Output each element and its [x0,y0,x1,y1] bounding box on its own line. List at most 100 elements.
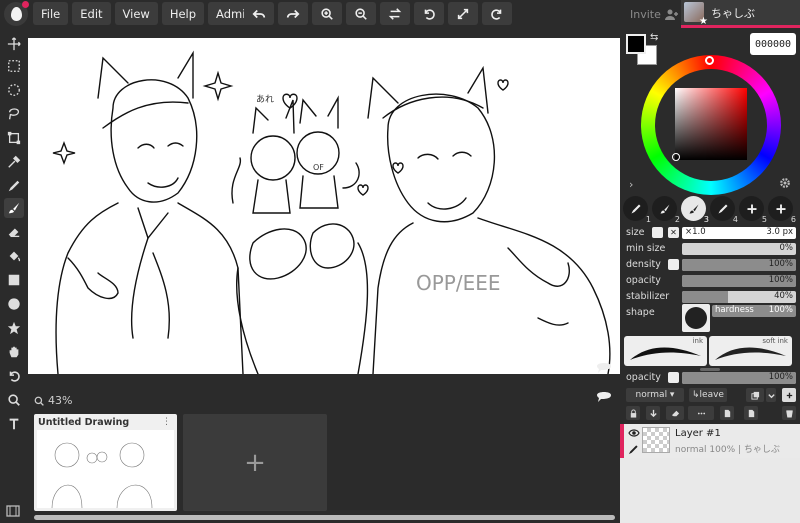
top-bar: File Edit View Help Admin Invite ★ ちゃしぶ [0,0,800,28]
text-tool[interactable] [4,414,24,434]
move-tool[interactable] [4,34,24,54]
saturation-value-box[interactable] [675,88,747,160]
blend-mode-select[interactable]: normal ▾ [626,388,684,402]
transform-tool[interactable] [4,128,24,148]
preset-soft-ink[interactable]: soft ink [709,336,792,366]
film-icon[interactable] [6,505,20,517]
zoom-out-button[interactable] [346,2,376,25]
menu-help[interactable]: Help [161,2,205,25]
dropdown-button[interactable] [766,388,776,402]
redo-button[interactable] [278,2,308,25]
opacity-slider[interactable]: 100% [682,275,796,287]
stabilizer-slider[interactable]: 40% [682,291,796,303]
duplicate-layer-button[interactable] [746,388,764,402]
brush-slot-3[interactable]: 3 [681,196,709,224]
zoom-tool[interactable] [4,390,24,410]
file-icon [748,409,754,417]
invite-button[interactable]: Invite [630,8,679,21]
horizontal-scrollbar[interactable] [34,515,615,520]
tool-column [0,28,28,523]
swap-colors-icon[interactable]: ⇆ [650,32,658,43]
user-badge[interactable]: ★ ちゃしぶ [681,0,800,28]
fill-tool[interactable] [4,246,24,266]
lasso-tool[interactable] [4,104,24,124]
brush-slot-1[interactable]: 1 [623,196,651,224]
pencil-icon [8,180,20,192]
brush-slot-number: 6 [790,215,796,224]
rotate-right-button[interactable] [482,2,512,25]
app-logo[interactable] [4,1,29,26]
layer-opacity-slider[interactable]: 100% [682,372,796,384]
size-pressure-toggle[interactable] [652,227,663,238]
sv-marker[interactable] [672,153,680,161]
chat-icon[interactable] [596,389,612,403]
zoom-out-icon [355,7,367,20]
ellipse-select-tool[interactable] [4,80,24,100]
size-lock-toggle[interactable]: ✕ [668,227,679,238]
rotate-tool[interactable] [4,366,24,386]
size-value: 3.0 px [766,227,793,237]
layer-opacity-toggle[interactable] [668,372,679,383]
rect-select-tool[interactable] [4,56,24,76]
density-slider[interactable]: 100% [682,259,796,271]
ellipse-tool[interactable] [4,294,24,314]
hand-tool[interactable] [4,342,24,362]
eraser-icon [671,410,679,416]
brush-tool[interactable] [4,198,24,218]
import-button[interactable] [720,406,734,420]
eraser-tool[interactable] [4,222,24,242]
rectangle-tool[interactable] [4,270,24,290]
min-size-slider[interactable]: 0% [682,243,796,255]
eye-icon[interactable] [628,427,640,439]
zoom-indicator[interactable]: 43% [34,394,72,407]
shape-tool[interactable] [4,318,24,338]
brush-slot-5[interactable]: 5 [739,196,767,224]
eyedropper-tool[interactable] [4,152,24,172]
merge-down-button[interactable] [646,406,660,420]
zoom-in-button[interactable] [312,2,342,25]
delete-layer-button[interactable] [782,406,796,420]
clear-layer-button[interactable] [666,406,684,420]
brush-slot-2[interactable]: 2 [652,196,680,224]
chevron-right-icon[interactable]: › [629,178,633,191]
brush-slot-4[interactable]: 4 [710,196,738,224]
leave-button[interactable]: ↳leave [689,388,727,402]
opacity-label: opacity [626,275,661,286]
hex-color-input[interactable]: 000000 [750,33,796,55]
plus-icon [747,204,756,213]
menu-edit[interactable]: Edit [72,2,111,25]
pencil-tool[interactable] [4,176,24,196]
undo-button[interactable] [244,2,274,25]
layer-row[interactable]: Layer #1 normal 100% | ちゃしぶ [620,424,800,458]
rotate-left-button[interactable] [414,2,444,25]
foreground-color-swatch[interactable] [626,34,646,54]
document-card[interactable]: Untitled Drawing ⋮ [34,414,177,511]
flip-button[interactable] [380,2,410,25]
density-pressure-toggle[interactable] [668,259,679,270]
add-document-button[interactable]: + [183,414,327,511]
hue-marker[interactable] [705,56,714,65]
chat-bubble-icon[interactable] [596,360,612,374]
size-slider[interactable]: ×1.0 3.0 px [682,227,796,239]
chibi-shirt-text: OF [313,163,324,172]
brush-slot-6[interactable]: 6 [768,196,796,224]
drawing-canvas[interactable]: OPP/EEE あれ OF [28,38,620,374]
gear-icon[interactable] [779,177,791,189]
copy-icon [750,391,759,400]
fullscreen-button[interactable] [448,2,478,25]
hardness-slider[interactable]: hardness 100% [712,305,796,317]
preset-ink[interactable]: ink [624,336,707,366]
document-menu-icon[interactable]: ⋮ [162,417,171,427]
brush-slot-number: 1 [645,215,651,224]
export-button[interactable] [744,406,758,420]
rotate-right-icon [491,8,502,20]
lock-layer-button[interactable] [626,406,640,420]
stabilizer-value: 40% [774,291,793,301]
flip-icon [388,7,402,20]
rect-select-icon [8,60,20,72]
menu-file[interactable]: File [33,2,69,25]
brush-shape-preview[interactable] [682,304,710,332]
more-options-button[interactable] [688,406,714,420]
add-layer-button[interactable] [782,388,796,402]
menu-view[interactable]: View [114,2,158,25]
